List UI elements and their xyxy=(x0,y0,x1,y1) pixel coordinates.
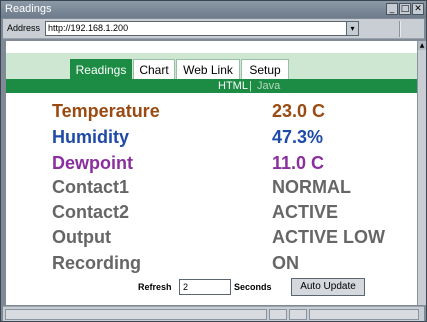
address-label: Address xyxy=(7,23,41,33)
status-segment xyxy=(289,309,307,320)
browser-window: Readings _ □ ✕ Address http://192.168.1.… xyxy=(0,0,427,322)
refresh-label: Refresh xyxy=(138,282,172,292)
reading-row-recording: Recording ON xyxy=(52,251,412,275)
vertical-scrollbar[interactable]: ▲ xyxy=(417,41,426,305)
refresh-controls: Refresh 2 Seconds Auto Update xyxy=(6,278,417,298)
reading-label: Dewpoint xyxy=(52,153,133,173)
chevron-down-icon[interactable]: ▾ xyxy=(346,21,359,36)
reading-value: 11.0 C xyxy=(272,153,325,173)
address-bar: Address http://192.168.1.200 ▾ xyxy=(3,19,424,39)
reading-value: 47.3% xyxy=(272,127,324,147)
reading-row-temperature: Temperature 23.0 C xyxy=(52,99,412,123)
reading-label: Contact1 xyxy=(52,177,130,197)
reading-row-humidity: Humidity 47.3% xyxy=(52,125,412,149)
reading-label: Output xyxy=(52,227,111,247)
reading-value: ACTIVE xyxy=(272,202,339,222)
window-controls: _ □ ✕ xyxy=(386,3,424,15)
toolbar-divider xyxy=(399,21,401,37)
reading-value: 23.0 C xyxy=(272,101,326,121)
status-bar xyxy=(3,306,424,321)
scroll-up-icon[interactable]: ▲ xyxy=(418,41,426,50)
minimize-button[interactable]: _ xyxy=(386,3,398,15)
sub-navigation: HTML | Java xyxy=(6,79,417,93)
page-viewport: Readings Chart Web Link Setup HTML | Jav… xyxy=(6,41,417,305)
reading-value: ACTIVE LOW xyxy=(272,227,385,247)
subnav-separator: | xyxy=(249,80,252,92)
reading-label: Humidity xyxy=(52,127,130,147)
status-segment xyxy=(269,309,287,320)
tab-setup[interactable]: Setup xyxy=(241,59,289,79)
close-button[interactable]: ✕ xyxy=(412,3,424,15)
reading-label: Temperature xyxy=(52,101,160,121)
status-segment xyxy=(5,309,267,320)
reading-label: Recording xyxy=(52,253,142,273)
tab-band: Readings Chart Web Link Setup xyxy=(6,53,417,79)
reading-row-dewpoint: Dewpoint 11.0 C xyxy=(52,151,412,175)
tab-readings[interactable]: Readings xyxy=(70,59,132,79)
reading-value: ON xyxy=(272,253,299,273)
tab-web-link[interactable]: Web Link xyxy=(176,59,240,79)
reading-value: NORMAL xyxy=(272,177,351,197)
auto-update-button[interactable]: Auto Update xyxy=(291,278,365,296)
tab-chart[interactable]: Chart xyxy=(133,59,175,79)
reading-label: Contact2 xyxy=(52,202,130,222)
status-segment xyxy=(309,309,419,320)
seconds-label: Seconds xyxy=(234,282,272,292)
reading-row-contact2: Contact2 ACTIVE xyxy=(52,200,412,224)
title-bar: Readings _ □ ✕ xyxy=(1,1,426,18)
maximize-button[interactable]: □ xyxy=(399,3,411,15)
refresh-interval-input[interactable]: 2 xyxy=(179,279,231,295)
address-input[interactable]: http://192.168.1.200 xyxy=(45,21,347,36)
window-title: Readings xyxy=(5,3,52,15)
reading-row-contact1: Contact1 NORMAL xyxy=(52,175,412,199)
java-link[interactable]: Java xyxy=(257,79,280,93)
html-link[interactable]: HTML xyxy=(218,79,248,93)
reading-row-output: Output ACTIVE LOW xyxy=(52,225,412,249)
